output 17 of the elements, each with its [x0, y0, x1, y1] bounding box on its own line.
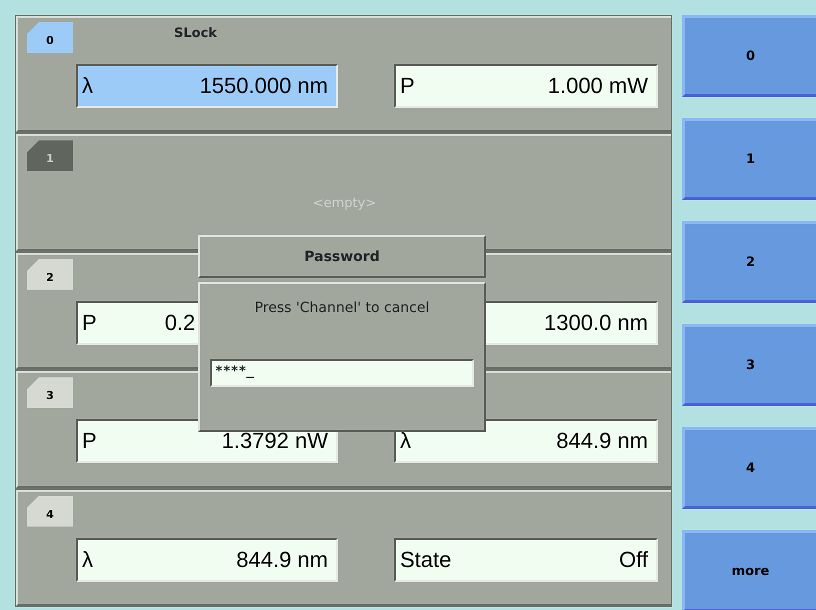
field-label: P [82, 428, 97, 454]
field-value: 0.2 [164, 310, 196, 336]
field-value: 1.000 mW [548, 73, 648, 99]
field-value: 1.3792 nW [222, 428, 328, 454]
field-label: State [400, 546, 452, 573]
field-value: 844.9 nm [556, 428, 648, 454]
field-value: 1550.000 nm [200, 73, 328, 99]
channel-title: SLock [174, 26, 217, 41]
field-label: λ [82, 546, 93, 573]
field-value: Off [619, 546, 648, 573]
field-label: P [82, 310, 97, 336]
field-label: P [400, 73, 415, 99]
dialog-title: Password [198, 235, 486, 278]
field-label: λ [400, 428, 411, 454]
field-label: λ [82, 73, 93, 99]
field-value: 1300.0 nm [544, 310, 648, 336]
field-value: 844.9 nm [236, 546, 328, 573]
